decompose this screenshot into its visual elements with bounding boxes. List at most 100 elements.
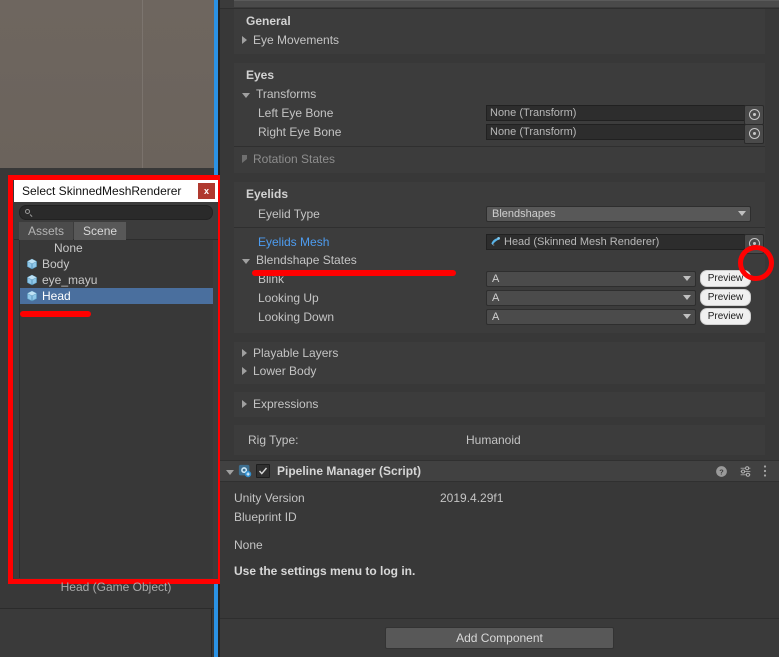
preset-icon[interactable]: [739, 465, 752, 478]
eyelid-type-label: Eyelid Type: [258, 206, 320, 221]
eyelids-header: Eyelids: [246, 187, 289, 201]
list-item-eye-mayu[interactable]: eye_mayu: [20, 272, 213, 288]
script-icon: [238, 464, 252, 478]
search-field[interactable]: [19, 205, 213, 220]
object-picker-icon[interactable]: [744, 104, 764, 125]
annotation-underline-eyelids-mesh: [252, 270, 456, 276]
foldout-label: Transforms: [256, 87, 317, 101]
dialog-status-label: Head (Game Object): [60, 580, 172, 594]
field-value: None (Transform): [490, 106, 577, 119]
foldout-transforms[interactable]: Transforms: [234, 85, 765, 103]
inspector-panel: General Eye Movements Eyes Transforms Le…: [220, 0, 779, 657]
expressions-section: Expressions: [234, 392, 765, 417]
list-item-none[interactable]: None: [20, 240, 213, 256]
close-icon[interactable]: x: [198, 183, 215, 199]
search-input[interactable]: [37, 205, 191, 220]
right-eye-bone-field[interactable]: None (Transform): [486, 123, 764, 144]
field-value: None (Transform): [490, 125, 577, 138]
dialog-titlebar[interactable]: Select SkinnedMeshRenderer x: [14, 180, 218, 202]
more-options-icon[interactable]: [763, 464, 767, 478]
eyelids-mesh-field[interactable]: Head (Skinned Mesh Renderer): [486, 233, 764, 254]
eyelids-mesh-label[interactable]: Eyelids Mesh: [258, 235, 486, 249]
pipeline-manager-enabled-checkbox[interactable]: [256, 464, 270, 478]
help-icon[interactable]: ?: [715, 465, 728, 478]
add-component-button[interactable]: Add Component: [385, 627, 614, 649]
blink-dropdown[interactable]: A: [486, 270, 696, 287]
object-picker-icon[interactable]: [744, 123, 764, 144]
annotation-underline-head: [20, 311, 91, 317]
scene-bottom-pane: [0, 609, 212, 657]
list-item-label: None: [54, 241, 83, 255]
tab-assets[interactable]: Assets: [19, 222, 74, 240]
chevron-right-icon: [242, 367, 247, 375]
dropdown-value: A: [492, 291, 500, 304]
prefab-cube-icon: [27, 274, 37, 286]
foldout-expressions[interactable]: Expressions: [234, 395, 765, 413]
row-right-eye-bone: Right Eye Bone None (Transform): [234, 122, 765, 144]
login-hint: Use the settings menu to log in.: [234, 563, 416, 578]
object-picker-icon[interactable]: [744, 233, 764, 254]
field-value: Head (Skinned Mesh Renderer): [504, 235, 660, 248]
foldout-blendshape-states[interactable]: Blendshape States: [234, 251, 765, 269]
row-eyelids-mesh: Eyelids Mesh Head (Skinned Mesh Renderer…: [234, 232, 765, 254]
svg-text:?: ?: [719, 467, 724, 476]
eyelids-section: Eyelids Eyelid Type Blendshapes Eyelids …: [234, 182, 765, 333]
dialog-title: Select SkinnedMeshRenderer: [22, 184, 182, 198]
chevron-down-icon: [683, 276, 691, 281]
foldout-playable-layers[interactable]: Playable Layers: [234, 344, 765, 362]
chevron-down-icon: [242, 92, 250, 98]
foldout-label: Playable Layers: [253, 346, 339, 360]
foldout-label: Blendshape States: [256, 253, 357, 267]
list-item-body[interactable]: Body: [20, 256, 213, 272]
chevron-down-icon[interactable]: [226, 469, 234, 475]
list-item-label: Body: [42, 257, 70, 271]
row-eyelid-type: Eyelid Type Blendshapes: [234, 204, 765, 223]
foldout-eye-movements[interactable]: Eye Movements: [234, 31, 765, 49]
pipeline-manager-header[interactable]: Pipeline Manager (Script) ?: [220, 460, 779, 482]
list-item-label: eye_mayu: [42, 273, 98, 287]
looking-down-label: Looking Down: [258, 309, 335, 324]
dropdown-value: Blendshapes: [492, 207, 556, 220]
chevron-right-icon: [242, 36, 247, 44]
unity-version-value: 2019.4.29f1: [440, 490, 504, 505]
foldout-rotation-states[interactable]: Rotation States: [234, 150, 765, 168]
scene-viewport[interactable]: [0, 0, 214, 168]
looking-up-preview-button[interactable]: Preview: [700, 289, 751, 306]
left-eye-bone-field[interactable]: None (Transform): [486, 104, 764, 125]
general-section: General Eye Movements: [234, 9, 765, 54]
dialog-search-row: [14, 202, 218, 222]
object-list[interactable]: None Body eye_mayu Head: [19, 240, 213, 578]
looking-down-dropdown[interactable]: A: [486, 308, 696, 325]
add-component-bar: Add Component: [220, 618, 779, 657]
foldout-lower-body[interactable]: Lower Body: [234, 362, 765, 380]
left-eye-bone-label: Left Eye Bone: [258, 105, 334, 120]
chevron-right-icon: [242, 349, 247, 357]
tab-scene[interactable]: Scene: [74, 222, 127, 240]
chevron-down-icon: [683, 295, 691, 300]
list-item-label: Head: [42, 289, 71, 303]
search-icon: [25, 208, 33, 217]
chevron-down-icon: [242, 258, 250, 264]
clipped-field: [234, 0, 779, 7]
looking-up-dropdown[interactable]: A: [486, 289, 696, 306]
prefab-cube-icon: [27, 290, 37, 302]
looking-up-label: Looking Up: [258, 290, 319, 305]
inspector-top-clipped-element: [220, 0, 779, 9]
list-item-head[interactable]: Head: [20, 288, 213, 304]
row-left-eye-bone: Left Eye Bone None (Transform): [234, 103, 765, 125]
chevron-right-icon: [242, 400, 247, 408]
rig-type-label: Rig Type:: [248, 432, 299, 447]
select-skinnedmeshrenderer-dialog: Select SkinnedMeshRenderer x Assets Scen…: [14, 180, 218, 579]
dropdown-value: A: [492, 272, 500, 285]
body-section: Playable Layers Lower Body: [234, 342, 765, 384]
blink-preview-button[interactable]: Preview: [700, 270, 751, 287]
blueprint-id-label: Blueprint ID: [234, 509, 297, 524]
chevron-down-icon: [683, 314, 691, 319]
general-header: General: [246, 14, 291, 28]
looking-down-preview-button[interactable]: Preview: [700, 308, 751, 325]
skinned-mesh-renderer-icon: [491, 237, 500, 246]
foldout-label: Rotation States: [253, 152, 336, 166]
pipeline-manager-component: Pipeline Manager (Script) ? Unity Versio…: [220, 460, 779, 580]
eyelid-type-dropdown[interactable]: Blendshapes: [486, 205, 751, 222]
unity-version-label: Unity Version: [234, 490, 305, 505]
